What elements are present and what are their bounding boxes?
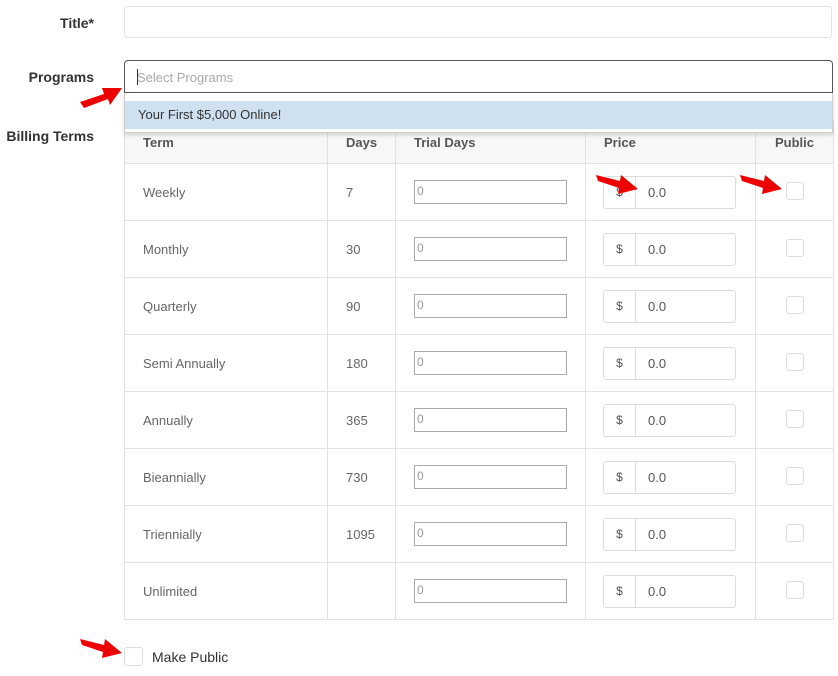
programs-option[interactable]: Your First $5,000 Online!	[125, 101, 832, 129]
billing-terms-table: Term Days Trial Days Price Public Weekly…	[124, 121, 834, 620]
currency-addon: $	[604, 404, 636, 436]
term-days: 90	[327, 277, 396, 335]
table-row: Monthly 30 0 $0.0	[124, 220, 834, 278]
public-checkbox[interactable]	[785, 238, 804, 257]
table-row: Triennially 1095 0 $0.0	[124, 505, 834, 563]
trial-days-input[interactable]: 0	[414, 408, 567, 432]
term-days: 7	[327, 163, 396, 221]
term-days: 730	[327, 448, 396, 506]
trial-days-input[interactable]: 0	[414, 465, 567, 489]
term-days: 30	[327, 220, 396, 278]
price-input-group[interactable]: $0.0	[603, 460, 736, 494]
title-input[interactable]	[124, 6, 832, 38]
price-input[interactable]: 0.0	[636, 177, 735, 208]
public-checkbox[interactable]	[785, 181, 804, 200]
annotation-arrow-icon	[596, 175, 638, 194]
trial-days-input[interactable]: 0	[414, 522, 567, 546]
term-name: Semi Annually	[124, 334, 328, 392]
public-checkbox[interactable]	[785, 466, 804, 485]
currency-addon: $	[604, 461, 636, 493]
title-label: Title*	[60, 15, 94, 31]
term-name: Bieannially	[124, 448, 328, 506]
programs-placeholder: Select Programs	[137, 70, 234, 85]
public-checkbox[interactable]	[785, 523, 804, 542]
price-input-group[interactable]: $0.0	[603, 232, 736, 266]
make-public-label: Make Public	[152, 648, 229, 665]
table-row: Quarterly 90 0 $0.0	[124, 277, 834, 335]
table-row: Bieannially 730 0 $0.0	[124, 448, 834, 506]
price-input[interactable]: 0.0	[636, 462, 735, 493]
public-checkbox[interactable]	[785, 409, 804, 428]
trial-days-input[interactable]: 0	[414, 180, 567, 204]
currency-addon: $	[604, 575, 636, 607]
programs-select[interactable]: Select Programs	[124, 60, 833, 93]
term-name: Weekly	[124, 163, 328, 221]
trial-days-input[interactable]: 0	[414, 351, 567, 375]
term-name: Unlimited	[124, 562, 328, 620]
term-days: 1095	[327, 505, 396, 563]
price-input[interactable]: 0.0	[636, 234, 735, 265]
annotation-arrow-icon	[80, 639, 122, 658]
table-row: Annually 365 0 $0.0	[124, 391, 834, 449]
price-input[interactable]: 0.0	[636, 405, 735, 436]
trial-days-input[interactable]: 0	[414, 579, 567, 603]
price-input-group[interactable]: $0.0	[603, 403, 736, 437]
currency-addon: $	[604, 518, 636, 550]
price-input[interactable]: 0.0	[636, 291, 735, 322]
price-input-group[interactable]: $0.0	[603, 346, 736, 380]
public-checkbox[interactable]	[785, 295, 804, 314]
currency-addon: $	[604, 347, 636, 379]
term-days: 180	[327, 334, 396, 392]
public-checkbox[interactable]	[785, 580, 804, 599]
term-name: Triennially	[124, 505, 328, 563]
table-row: Unlimited 0 $0.0	[124, 562, 834, 620]
annotation-arrow-icon	[740, 175, 782, 194]
price-input[interactable]: 0.0	[636, 576, 735, 607]
term-name: Monthly	[124, 220, 328, 278]
annotation-arrow-icon	[80, 88, 122, 108]
term-days	[327, 562, 396, 620]
price-input[interactable]: 0.0	[636, 519, 735, 550]
currency-addon: $	[604, 290, 636, 322]
term-name: Quarterly	[124, 277, 328, 335]
term-days: 365	[327, 391, 396, 449]
price-input-group[interactable]: $0.0	[603, 574, 736, 608]
price-input-group[interactable]: $0.0	[603, 517, 736, 551]
currency-addon: $	[604, 233, 636, 265]
price-input-group[interactable]: $0.0	[603, 289, 736, 323]
table-row: Weekly 7 0 $0.0	[124, 163, 834, 221]
make-public-checkbox[interactable]	[124, 647, 143, 666]
public-checkbox[interactable]	[785, 352, 804, 371]
price-input[interactable]: 0.0	[636, 348, 735, 379]
trial-days-input[interactable]: 0	[414, 237, 567, 261]
trial-days-input[interactable]: 0	[414, 294, 567, 318]
make-public-row: Make Public	[124, 647, 228, 666]
programs-dropdown: Your First $5,000 Online!	[124, 93, 833, 133]
billing-terms-label: Billing Terms	[6, 128, 94, 144]
term-name: Annually	[124, 391, 328, 449]
table-row: Semi Annually 180 0 $0.0	[124, 334, 834, 392]
